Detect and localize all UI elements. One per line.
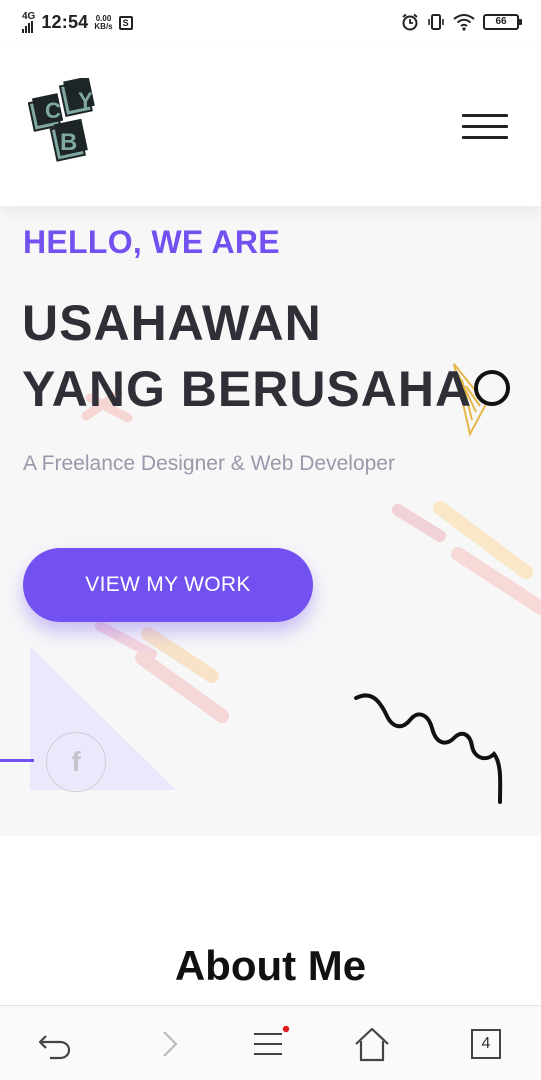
notification-dot <box>282 1025 290 1033</box>
hero-tagline: A Freelance Designer & Web Developer <box>23 452 395 475</box>
status-bar: 4G 12:54 0.00 KB/s S 66 <box>0 0 541 48</box>
decor-stroke <box>392 504 446 542</box>
menu-icon[interactable] <box>250 1024 290 1064</box>
wifi-icon <box>453 14 475 31</box>
network-indicator: 4G <box>22 12 35 33</box>
view-my-work-button[interactable]: VIEW MY WORK <box>23 548 313 622</box>
vibrate-icon <box>428 14 444 30</box>
hamburger-menu-button[interactable] <box>462 114 508 140</box>
speed-unit: KB/s <box>94 21 113 31</box>
site-header: C Y B <box>0 48 541 206</box>
decor-squiggle <box>354 693 503 804</box>
brand-logo[interactable]: C Y B <box>28 78 104 170</box>
status-left: 4G 12:54 0.00 KB/s S <box>22 12 133 33</box>
status-right: 66 <box>401 13 522 31</box>
logo-letter-b: B <box>60 129 77 156</box>
logo-letter-c: C <box>45 98 61 123</box>
clock: 12:54 <box>41 12 89 32</box>
home-icon[interactable] <box>352 1024 392 1064</box>
back-icon[interactable] <box>34 1024 74 1064</box>
network-speed: 0.00 KB/s <box>94 14 113 31</box>
hero-section: HELLO, WE ARE USAHAWAN YANG BERUSAHA A F… <box>0 206 541 836</box>
decor-circle <box>474 370 510 406</box>
browser-bottom-bar: 4 <box>0 1005 541 1080</box>
social-divider <box>0 759 34 762</box>
headline-line-1: USAHAWAN <box>22 295 322 351</box>
battery-icon: 66 <box>483 14 522 30</box>
app-notification-icon: S <box>118 15 133 30</box>
facebook-icon[interactable]: f <box>46 732 106 792</box>
decor-stroke <box>451 547 541 615</box>
hamburger-line <box>462 136 508 139</box>
hero-headline: USAHAWAN YANG BERUSAHA <box>22 290 472 422</box>
hamburger-line <box>462 114 508 117</box>
signal-icon <box>22 21 35 33</box>
alarm-icon <box>402 13 418 31</box>
headline-line-2: YANG BERUSAHA <box>22 361 473 417</box>
hamburger-line <box>462 125 508 128</box>
hero-greeting: HELLO, WE ARE <box>23 224 280 260</box>
about-me-heading: About Me <box>174 942 367 989</box>
network-type: 4G <box>22 11 36 22</box>
logo-letter-y: Y <box>78 88 93 113</box>
tabs-icon[interactable]: 4 <box>471 1029 501 1059</box>
forward-icon[interactable] <box>150 1024 190 1064</box>
